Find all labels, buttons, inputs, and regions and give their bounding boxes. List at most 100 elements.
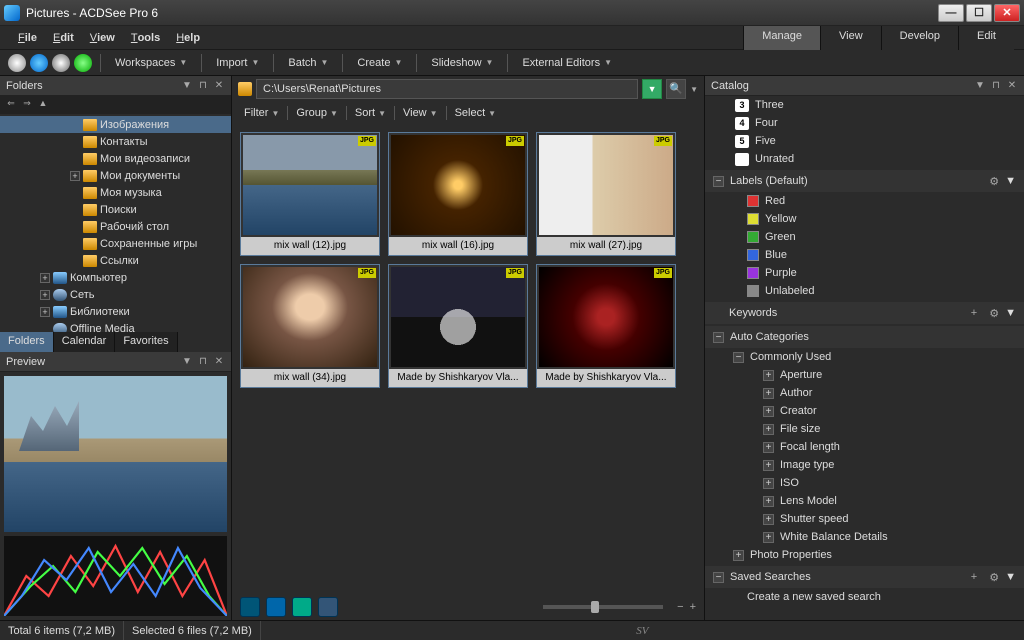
home-icon[interactable] [8, 54, 26, 72]
tool-icon-1[interactable] [240, 597, 260, 617]
toolbar-slideshow[interactable]: Slideshow▼ [425, 54, 499, 72]
tree-item[interactable]: Поиски [0, 201, 231, 218]
tree-item[interactable]: Изображения [0, 116, 231, 133]
tree-toggle-icon[interactable]: + [40, 307, 50, 317]
catalog-pin-icon[interactable]: ⊓ [990, 80, 1002, 92]
rating-row[interactable]: 4Four [705, 114, 1024, 132]
record-icon[interactable] [52, 54, 70, 72]
expand-icon[interactable]: − [733, 352, 744, 363]
tree-item[interactable]: Рабочий стол [0, 218, 231, 235]
tree-item[interactable]: Сохраненные игры [0, 235, 231, 252]
zoom-out-icon[interactable]: − [677, 601, 683, 613]
toolbar-create[interactable]: Create▼ [351, 54, 408, 72]
tree-toggle-icon[interactable] [70, 222, 80, 232]
tree-toggle-icon[interactable] [70, 256, 80, 266]
search-caret[interactable]: ▼ [690, 85, 698, 94]
toolbar-import[interactable]: Import▼ [210, 54, 265, 72]
sort-menu[interactable]: Sort▼ [351, 105, 390, 121]
thumbnail[interactable]: JPGmix wall (34).jpg [240, 264, 380, 388]
preview-menu-icon[interactable]: ▼ [181, 356, 193, 368]
tree-toggle-icon[interactable] [70, 239, 80, 249]
group-menu[interactable]: Group▼ [292, 105, 342, 121]
mode-view[interactable]: View [820, 26, 881, 50]
expand-icon[interactable]: + [763, 370, 774, 381]
thumbnail[interactable]: JPGmix wall (12).jpg [240, 132, 380, 256]
maximize-button[interactable]: ☐ [966, 4, 992, 22]
gear-icon[interactable]: ⚙ [989, 175, 999, 188]
tree-toggle-icon[interactable] [70, 154, 80, 164]
expand-icon[interactable]: + [763, 442, 774, 453]
address-go-button[interactable]: ▼ [642, 79, 662, 99]
photoprops-row[interactable]: +Photo Properties [705, 546, 1024, 564]
tree-item[interactable]: +Сеть [0, 286, 231, 303]
thumbnail[interactable]: JPGmix wall (16).jpg [388, 132, 528, 256]
toolbar-external[interactable]: External Editors▼ [516, 54, 618, 72]
folder-tree[interactable]: ИзображенияКонтактыМои видеозаписи+Мои д… [0, 114, 231, 332]
nav-fwd-icon[interactable]: ⇒ [20, 98, 34, 112]
label-row[interactable]: Blue [705, 246, 1024, 264]
tree-toggle-icon[interactable]: + [40, 290, 50, 300]
tree-toggle-icon[interactable] [70, 120, 80, 130]
search-button[interactable]: 🔍 [666, 79, 686, 99]
nav-icon[interactable] [30, 54, 48, 72]
tree-item[interactable]: Ссылки [0, 252, 231, 269]
cloud-icon[interactable] [74, 54, 92, 72]
prop-row[interactable]: +Lens Model [705, 492, 1024, 510]
preview-pin-icon[interactable]: ⊓ [197, 356, 209, 368]
expand-icon[interactable]: + [763, 406, 774, 417]
menu-tools[interactable]: Tools [123, 29, 168, 47]
select-menu[interactable]: Select▼ [451, 105, 501, 121]
toolbar-workspaces[interactable]: Workspaces▼ [109, 54, 193, 72]
autocat-section[interactable]: −Auto Categories [705, 326, 1024, 348]
expand-icon[interactable]: + [763, 496, 774, 507]
gear-icon[interactable]: ⚙ [989, 571, 999, 584]
tree-toggle-icon[interactable]: + [40, 273, 50, 283]
tool-icon-2[interactable] [266, 597, 286, 617]
toolbar-batch[interactable]: Batch▼ [282, 54, 334, 72]
prop-row[interactable]: +ISO [705, 474, 1024, 492]
thumbnail-grid[interactable]: JPGmix wall (12).jpgJPGmix wall (16).jpg… [232, 124, 704, 594]
expand-icon[interactable]: + [763, 478, 774, 489]
expand-icon[interactable]: + [763, 514, 774, 525]
thumbnail[interactable]: JPGMade by Shishkaryov Vla... [388, 264, 528, 388]
prop-row[interactable]: +White Balance Details [705, 528, 1024, 546]
filter-menu[interactable]: Filter▼ [240, 105, 283, 121]
gear-icon[interactable]: ⚙ [989, 307, 999, 320]
prop-row[interactable]: +Image type [705, 456, 1024, 474]
label-row[interactable]: Purple [705, 264, 1024, 282]
tab-favorites[interactable]: Favorites [115, 332, 177, 352]
address-input[interactable] [256, 79, 638, 99]
tree-item[interactable]: Мои видеозаписи [0, 150, 231, 167]
prop-row[interactable]: +Focal length [705, 438, 1024, 456]
menu-help[interactable]: Help [168, 29, 208, 47]
label-row[interactable]: Green [705, 228, 1024, 246]
minimize-button[interactable]: — [938, 4, 964, 22]
menu-view[interactable]: View [82, 29, 123, 47]
mode-manage[interactable]: Manage [743, 26, 820, 50]
prop-row[interactable]: +Shutter speed [705, 510, 1024, 528]
keywords-section[interactable]: Keywords+⚙▼ [705, 302, 1024, 324]
plus-icon[interactable]: + [971, 571, 977, 583]
catalog-menu-icon[interactable]: ▼ [974, 80, 986, 92]
menu-file[interactable]: File [10, 29, 45, 47]
tree-toggle-icon[interactable] [70, 205, 80, 215]
rating-row[interactable]: 5Five [705, 132, 1024, 150]
expand-icon[interactable]: − [713, 572, 724, 583]
thumbnail[interactable]: JPGmix wall (27).jpg [536, 132, 676, 256]
catalog-list[interactable]: 3Three4Four5FiveUnrated−Labels (Default)… [705, 96, 1024, 620]
expand-icon[interactable]: + [733, 550, 744, 561]
expand-icon[interactable]: + [763, 388, 774, 399]
expand-icon[interactable]: + [763, 460, 774, 471]
close-button[interactable]: ✕ [994, 4, 1020, 22]
tree-toggle-icon[interactable]: + [70, 171, 80, 181]
view-menu[interactable]: View▼ [399, 105, 442, 121]
tree-item[interactable]: +Библиотеки [0, 303, 231, 320]
rating-row[interactable]: Unrated [705, 150, 1024, 168]
expand-icon[interactable]: − [713, 332, 724, 343]
panel-menu-icon[interactable]: ▼ [181, 80, 193, 92]
label-row[interactable]: Red [705, 192, 1024, 210]
label-row[interactable]: Yellow [705, 210, 1024, 228]
catalog-close-icon[interactable]: ✕ [1006, 80, 1018, 92]
panel-pin-icon[interactable]: ⊓ [197, 80, 209, 92]
nav-up-icon[interactable]: ▲ [36, 98, 50, 112]
